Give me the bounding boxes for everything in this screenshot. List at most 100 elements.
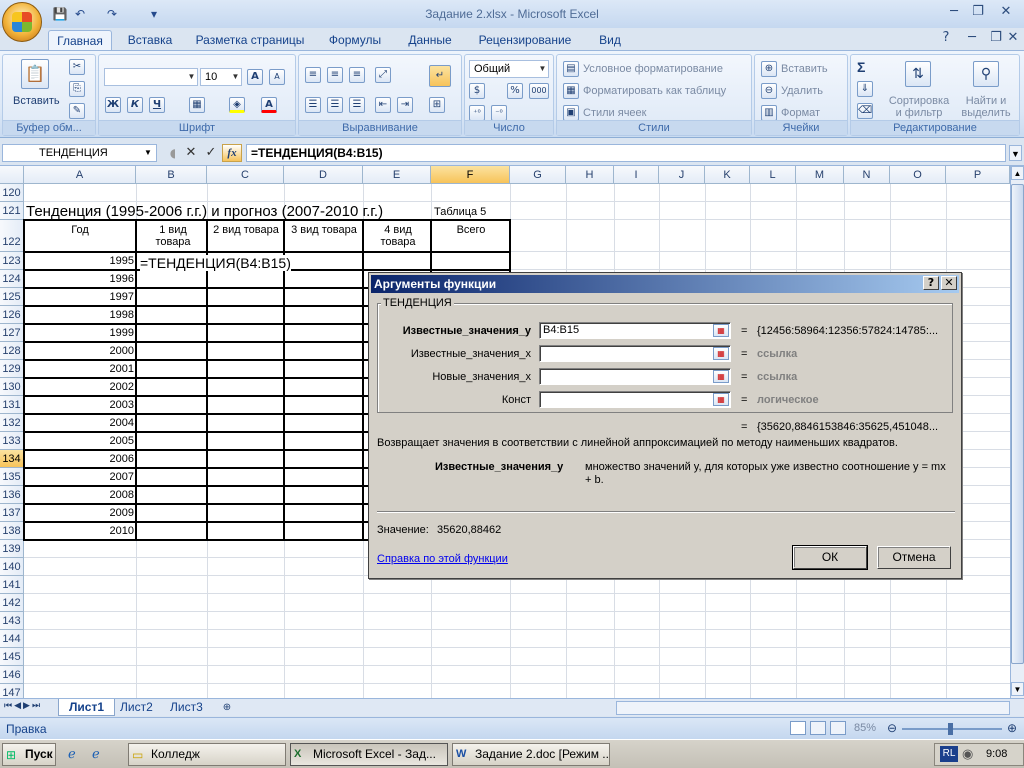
sheet-tab-3[interactable]: Лист3 xyxy=(160,699,213,716)
column-header-g[interactable]: G xyxy=(510,166,566,184)
cut-icon[interactable]: ✂ xyxy=(69,59,85,75)
arg-input-new-x[interactable]: ▦ xyxy=(539,368,731,385)
collapse-dialog-icon[interactable]: ▦ xyxy=(713,324,729,337)
select-all-corner[interactable] xyxy=(0,166,24,184)
column-header-e[interactable]: E xyxy=(363,166,431,184)
normal-view-icon[interactable] xyxy=(790,721,806,735)
ie-icon-2[interactable]: ℯ xyxy=(92,746,100,762)
font-name-combo[interactable]: ▼ xyxy=(104,68,198,86)
page-layout-view-icon[interactable] xyxy=(810,721,826,735)
number-format-combo[interactable]: Общий ▼ xyxy=(469,60,549,78)
shrink-font-icon[interactable]: A xyxy=(269,69,285,85)
sheet-tab-2[interactable]: Лист2 xyxy=(110,699,163,716)
row-header-144[interactable]: 144 xyxy=(0,630,24,648)
arg-input-known-x[interactable]: ▦ xyxy=(539,345,731,362)
row-header-127[interactable]: 127 xyxy=(0,324,24,342)
horizontal-scrollbar[interactable] xyxy=(616,701,1010,715)
column-header-p[interactable]: P xyxy=(946,166,1010,184)
column-header-d[interactable]: D xyxy=(284,166,363,184)
sort-filter-button[interactable]: Сортировка и фильтр xyxy=(885,95,953,119)
row-header-120[interactable]: 120 xyxy=(0,184,24,202)
row-header-143[interactable]: 143 xyxy=(0,612,24,630)
column-header-k[interactable]: K xyxy=(705,166,750,184)
row-header-136[interactable]: 136 xyxy=(0,486,24,504)
paste-button[interactable]: Вставить xyxy=(13,95,60,107)
fill-icon[interactable]: ⇓ xyxy=(857,81,873,97)
zoom-level[interactable]: 85% xyxy=(854,722,876,734)
row-header-142[interactable]: 142 xyxy=(0,594,24,612)
help-icon[interactable]: ? xyxy=(936,29,956,47)
format-cells-button[interactable]: Формат xyxy=(781,107,820,119)
collapse-dialog-icon[interactable]: ▦ xyxy=(713,370,729,383)
autosum-button[interactable]: Σ xyxy=(857,59,865,75)
header-product-1[interactable]: 1 вид товара xyxy=(150,224,196,248)
bold-button[interactable]: Ж xyxy=(105,97,121,113)
row-header-126[interactable]: 126 xyxy=(0,306,24,324)
tab-view[interactable]: Вид xyxy=(590,30,630,50)
year-cell[interactable]: 2010 xyxy=(24,525,134,537)
year-cell[interactable]: 2007 xyxy=(24,471,134,483)
formula-bar-collapse-icon[interactable]: ▼ xyxy=(1009,145,1022,161)
row-header-140[interactable]: 140 xyxy=(0,558,24,576)
arg-input-const[interactable]: ▦ xyxy=(539,391,731,408)
tab-home[interactable]: Главная xyxy=(48,30,112,50)
year-cell[interactable]: 2009 xyxy=(24,507,134,519)
fill-color-icon[interactable]: ◈ xyxy=(229,97,245,113)
decrease-decimal-icon[interactable]: ⁻⁰ xyxy=(491,105,507,121)
copy-icon[interactable]: ⎘ xyxy=(69,81,85,97)
row-header-137[interactable]: 137 xyxy=(0,504,24,522)
wrap-text-icon[interactable]: ↵ xyxy=(429,65,451,87)
row-header-123[interactable]: 123 xyxy=(0,252,24,270)
thousands-button[interactable]: 000 xyxy=(529,83,549,99)
row-header-121[interactable]: 121 xyxy=(0,202,24,220)
sheet-tab-1[interactable]: Лист1 xyxy=(58,699,116,716)
paste-icon[interactable]: 📋 xyxy=(21,59,49,89)
row-header-129[interactable]: 129 xyxy=(0,360,24,378)
year-cell[interactable]: 1997 xyxy=(24,291,134,303)
currency-icon[interactable]: $ xyxy=(469,83,485,99)
font-color-icon[interactable]: A xyxy=(261,97,277,113)
row-header-134[interactable]: 134 xyxy=(0,450,24,468)
format-painter-icon[interactable]: ✎ xyxy=(69,103,85,119)
column-header-o[interactable]: O xyxy=(890,166,946,184)
orientation-icon[interactable]: ⤢ xyxy=(375,67,391,83)
office-button[interactable] xyxy=(2,2,42,42)
zoom-in-icon[interactable]: ⊕ xyxy=(1004,721,1020,737)
cell-styles-button[interactable]: Стили ячеек xyxy=(583,107,646,119)
tray-app-icon[interactable]: ◉ xyxy=(962,746,973,762)
row-header-131[interactable]: 131 xyxy=(0,396,24,414)
conditional-format-button[interactable]: Условное форматирование xyxy=(583,63,723,75)
maximize-button[interactable]: ❐ xyxy=(966,3,990,21)
page-break-view-icon[interactable] xyxy=(830,721,846,735)
help-link[interactable]: Справка по этой функции xyxy=(377,553,508,565)
year-cell[interactable]: 2000 xyxy=(24,345,134,357)
increase-decimal-icon[interactable]: ⁺⁰ xyxy=(469,105,485,121)
italic-button[interactable]: К xyxy=(127,97,143,113)
column-header-j[interactable]: J xyxy=(659,166,705,184)
header-product-4[interactable]: 4 вид товара xyxy=(376,224,420,248)
minimize-button[interactable]: ─ xyxy=(942,3,966,21)
row-header-132[interactable]: 132 xyxy=(0,414,24,432)
clear-icon[interactable]: ⌫ xyxy=(857,103,873,119)
scroll-up-icon[interactable]: ▲ xyxy=(1011,166,1024,180)
year-cell[interactable]: 2003 xyxy=(24,399,134,411)
vertical-scrollbar[interactable]: ▲ ▼ xyxy=(1010,166,1024,716)
format-as-table-button[interactable]: Форматировать как таблицу xyxy=(583,85,726,97)
row-header-138[interactable]: 138 xyxy=(0,522,24,540)
year-cell[interactable]: 2008 xyxy=(24,489,134,501)
ie-icon[interactable]: ℯ xyxy=(68,746,76,762)
tab-insert[interactable]: Вставка xyxy=(122,30,178,50)
align-bottom-icon[interactable]: ≡ xyxy=(349,67,365,83)
align-left-icon[interactable]: ☰ xyxy=(305,97,321,113)
year-cell[interactable]: 1998 xyxy=(24,309,134,321)
year-cell[interactable]: 2005 xyxy=(24,435,134,447)
language-indicator[interactable]: RL xyxy=(940,746,958,762)
row-header-128[interactable]: 128 xyxy=(0,342,24,360)
close-button[interactable]: ✕ xyxy=(994,3,1018,21)
year-cell[interactable]: 2004 xyxy=(24,417,134,429)
scroll-thumb[interactable] xyxy=(1011,184,1024,664)
dialog-close-button[interactable]: ✕ xyxy=(941,276,957,290)
year-cell[interactable]: 2006 xyxy=(24,453,134,465)
underline-button[interactable]: Ч xyxy=(149,97,165,113)
row-header-125[interactable]: 125 xyxy=(0,288,24,306)
